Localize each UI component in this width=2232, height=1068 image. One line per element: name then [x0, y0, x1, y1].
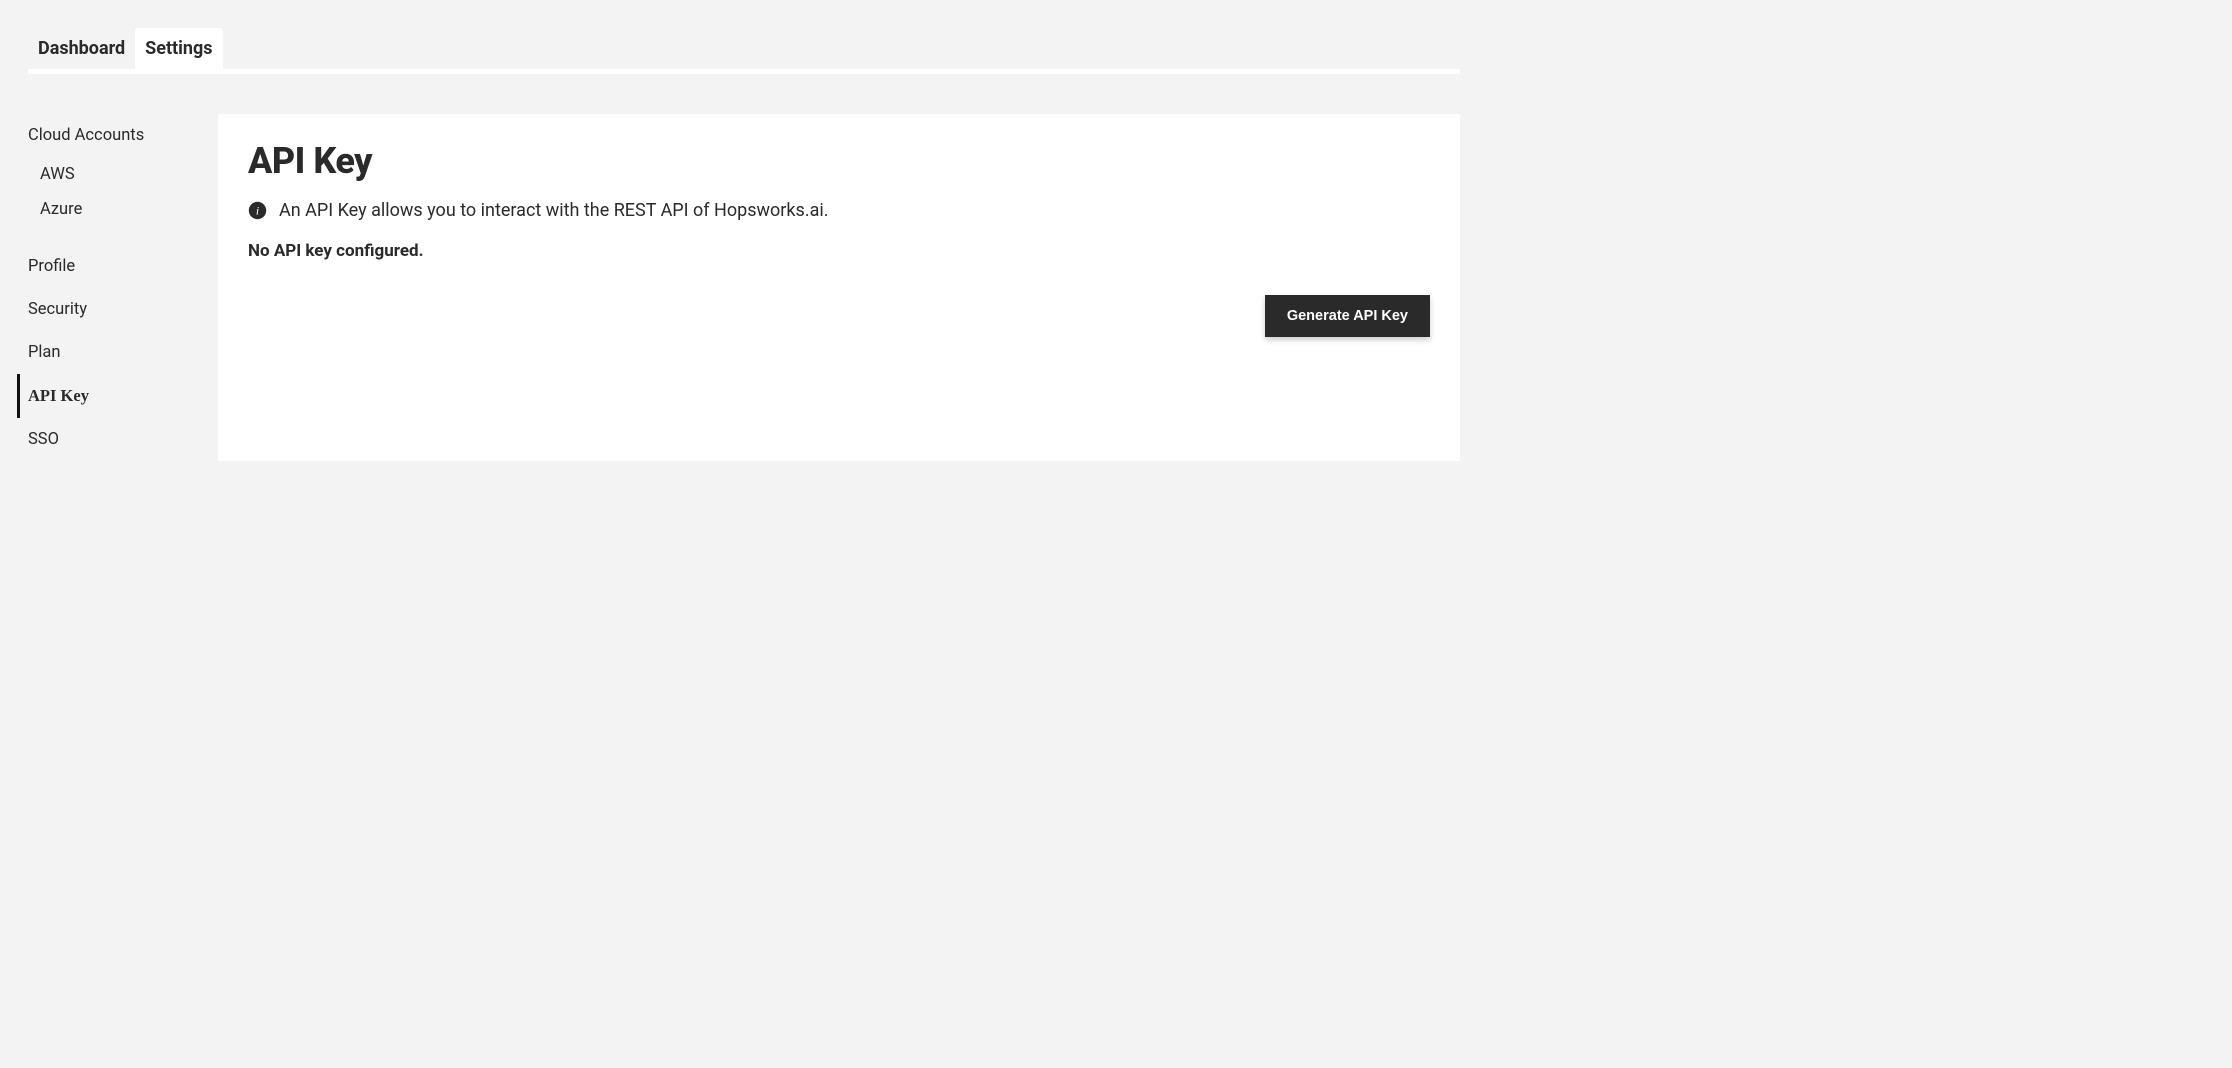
sidebar-item-aws[interactable]: AWS — [25, 157, 188, 192]
tab-divider — [28, 70, 1460, 74]
sidebar-item-azure[interactable]: Azure — [25, 192, 188, 227]
api-key-status: No API key configured. — [248, 241, 1430, 261]
info-text: An API Key allows you to interact with t… — [279, 200, 828, 221]
tab-settings[interactable]: Settings — [135, 28, 222, 69]
info-row: i An API Key allows you to interact with… — [248, 200, 1430, 221]
sidebar-item-api-key[interactable]: API Key — [17, 374, 188, 418]
sidebar-item-sso[interactable]: SSO — [25, 418, 188, 461]
sidebar-item-profile[interactable]: Profile — [25, 245, 188, 288]
page-title: API Key — [248, 140, 1430, 182]
generate-api-key-button[interactable]: Generate API Key — [1265, 295, 1430, 337]
info-icon: i — [248, 201, 267, 220]
svg-text:i: i — [256, 203, 259, 217]
tab-dashboard[interactable]: Dashboard — [28, 28, 135, 69]
sidebar-gap — [28, 227, 188, 245]
sidebar-item-plan[interactable]: Plan — [25, 331, 188, 374]
sidebar-item-cloud-accounts[interactable]: Cloud Accounts — [25, 114, 188, 157]
sidebar-item-security[interactable]: Security — [25, 288, 188, 331]
top-tabs: Dashboard Settings — [28, 28, 1460, 70]
settings-sidebar: Cloud Accounts AWS Azure Profile Securit… — [28, 114, 188, 461]
main-content-card: API Key i An API Key allows you to inter… — [218, 114, 1460, 461]
